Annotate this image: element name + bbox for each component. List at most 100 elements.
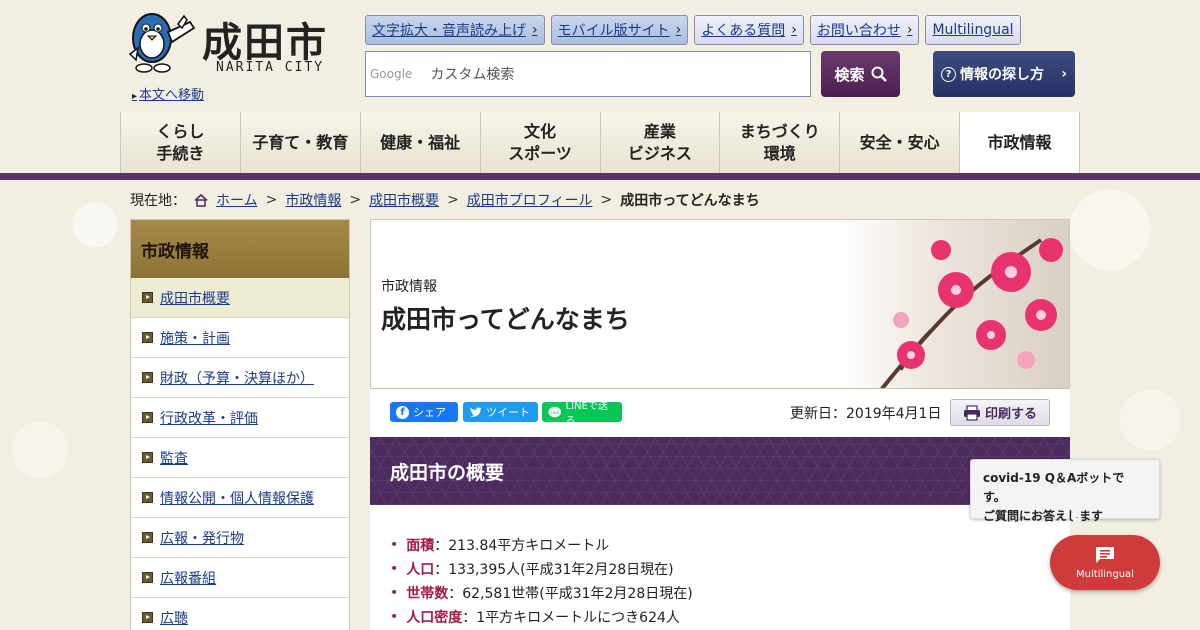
skip-to-content-link[interactable]: 本文へ移動 — [132, 84, 204, 103]
fact-value: ：62,581世帯(平成31年2月28日現在) — [448, 586, 693, 602]
arrow-bullet-icon — [142, 492, 153, 503]
sidebar-item[interactable]: 広聴 — [131, 598, 349, 630]
how-to-find-info-label: 情報の探し方 — [960, 67, 1044, 83]
text-size-voice-link[interactable]: 文字拡大・音声読み上げ › — [365, 15, 545, 45]
list-item: 人口密度：1平方キロメートルにつき624人 — [390, 605, 693, 629]
facebook-share-button[interactable]: f シェア — [390, 402, 458, 422]
sidebar-item-label: 広聴 — [160, 610, 188, 627]
sidebar-item-label: 行政改革・評価 — [160, 410, 258, 427]
arrow-bullet-icon — [142, 612, 153, 623]
mobile-site-label: モバイル版サイト — [557, 23, 670, 39]
breadcrumb-city-admin-link[interactable]: 市政情報 — [285, 190, 341, 210]
nav-item-city-admin[interactable]: 市政情報 — [959, 112, 1080, 173]
arrow-bullet-icon — [142, 292, 153, 303]
sidebar-item[interactable]: 情報公開・個人情報保護 — [131, 478, 349, 518]
facebook-share-label: シェア — [413, 406, 446, 419]
nav-item-childcare[interactable]: 子育て・教育 — [239, 112, 360, 173]
nav-item-life[interactable]: くらし 手続き — [120, 112, 240, 173]
breadcrumb-home-link[interactable]: ホーム — [216, 190, 258, 210]
breadcrumb-profile-link[interactable]: 成田市プロフィール — [467, 190, 593, 210]
page-header: 市政情報 成田市ってどんなまち — [370, 219, 1070, 389]
chatbot-button[interactable]: Multilingual — [1050, 535, 1160, 590]
search-input[interactable] — [430, 66, 791, 82]
home-icon — [194, 193, 208, 207]
sidebar-item[interactable]: 成田市概要 — [131, 278, 349, 318]
sidebar-item-label: 施策・計画 — [160, 330, 230, 347]
global-nav: くらし 手続き 子育て・教育 健康・福祉 文化 スポーツ 産業 ビジネス まちづくり環… — [120, 112, 1080, 173]
update-date: 更新日：2019年4月1日 — [790, 406, 942, 422]
mobile-site-link[interactable]: モバイル版サイト › — [550, 15, 689, 45]
sidebar-item-label: 監査 — [160, 450, 188, 467]
list-item: 世帯数：62,581世帯(平成31年2月28日現在) — [390, 581, 693, 605]
nav-underline-bar — [0, 173, 1200, 180]
arrow-bullet-icon — [142, 412, 153, 423]
nav-item-safety[interactable]: 安全・安心 — [839, 112, 960, 173]
nav-label: 健康・福祉 — [380, 132, 461, 152]
nav-label: 安全・安心 — [859, 132, 940, 152]
fact-label: 人口密度 — [406, 610, 463, 626]
chatbot-message-line1: covid-19 Q＆Aボットです。 — [983, 471, 1125, 505]
chevron-right-icon: › — [906, 22, 913, 38]
chat-icon — [1096, 547, 1114, 563]
fact-label: 人口 — [406, 562, 435, 578]
chevron-right-icon: › — [532, 22, 538, 38]
how-to-find-info-button[interactable]: ? 情報の探し方 › — [933, 51, 1075, 97]
search-box: Google — [365, 51, 811, 97]
main-content: 面積：213.84平方キロメートル 人口：133,395人(平成31年2月28日… — [370, 505, 1070, 630]
nav-label: 環境 — [763, 143, 796, 163]
sidebar-item[interactable]: 広報番組 — [131, 558, 349, 598]
multilingual-label: Multilingual — [932, 22, 1014, 38]
arrow-bullet-icon — [142, 532, 153, 543]
breadcrumb-current: 成田市ってどんなまち — [620, 193, 760, 209]
sidebar-item[interactable]: 施策・計画 — [131, 318, 349, 358]
breadcrumb-separator: > — [447, 192, 459, 208]
nav-item-culture[interactable]: 文化 スポーツ — [479, 112, 600, 173]
nav-label: まちづくり — [739, 121, 820, 141]
twitter-share-label: ツイート — [486, 406, 530, 419]
nav-label: 手続き — [156, 143, 205, 163]
multilingual-link[interactable]: Multilingual — [925, 15, 1021, 45]
breadcrumb-separator: > — [265, 192, 278, 208]
line-icon: LINE — [548, 406, 562, 417]
list-item: 面積：213.84平方キロメートル — [390, 533, 693, 557]
contact-label: お問い合わせ — [816, 23, 901, 39]
faq-label: よくある質問 — [701, 23, 786, 39]
breadcrumb-overview-link[interactable]: 成田市概要 — [369, 190, 439, 210]
nav-item-business[interactable]: 産業 ビジネス — [599, 112, 720, 173]
facebook-icon: f — [396, 405, 409, 419]
sidebar-item[interactable]: 行政改革・評価 — [131, 398, 349, 438]
sidebar-item-label: 成田市概要 — [160, 290, 230, 307]
sidebar-item[interactable]: 監査 — [131, 438, 349, 478]
print-label: 印刷する — [984, 407, 1037, 422]
print-button[interactable]: 印刷する — [950, 399, 1050, 426]
fact-value: ：1平方キロメートルにつき624人 — [462, 610, 680, 626]
sidebar-item[interactable]: 広報・発行物 — [131, 518, 349, 558]
breadcrumb-separator: > — [600, 192, 613, 208]
printer-icon — [963, 404, 980, 421]
fact-label: 面積 — [406, 538, 435, 554]
share-row: f シェア ツイート LINE LINEで送る 更新日：2019年4月1日 印刷… — [370, 389, 1070, 437]
contact-link[interactable]: お問い合わせ › — [809, 15, 920, 45]
chatbot-bubble[interactable]: covid-19 Q＆Aボットです。 ご質問にお答えします — [970, 459, 1160, 526]
search-button[interactable]: 検索 — [821, 51, 900, 97]
search-icon — [871, 66, 887, 82]
nav-label: 文化 — [524, 121, 557, 141]
fact-value: ：133,395人(平成31年2月28日現在) — [434, 562, 674, 578]
arrow-bullet-icon — [142, 372, 153, 383]
utility-links: 文字拡大・音声読み上げ › モバイル版サイト › よくある質問 › お問い合わせ… — [365, 15, 1021, 45]
chevron-right-icon: › — [675, 22, 682, 38]
sidebar-item[interactable]: 財政（予算・決算ほか） — [131, 358, 349, 398]
twitter-share-button[interactable]: ツイート — [463, 402, 538, 422]
breadcrumb: 現在地： ホーム > 市政情報 > 成田市概要 > 成田市プロフィール > 成田… — [130, 190, 760, 210]
site-logo[interactable]: 成田市 NARITA CITY — [124, 8, 334, 78]
question-icon: ? — [941, 66, 956, 82]
arrow-bullet-icon — [142, 572, 153, 583]
nav-item-health[interactable]: 健康・福祉 — [359, 112, 480, 173]
faq-link[interactable]: よくある質問 › — [694, 15, 804, 45]
page-title: 成田市ってどんなまち — [381, 305, 630, 334]
page-category: 市政情報 — [381, 279, 437, 295]
line-share-button[interactable]: LINE LINEで送る — [542, 401, 622, 427]
chevron-right-icon: › — [791, 22, 797, 38]
plum-blossom-photo — [841, 220, 1069, 388]
nav-item-town-planning[interactable]: まちづくり 環境 — [719, 112, 840, 173]
